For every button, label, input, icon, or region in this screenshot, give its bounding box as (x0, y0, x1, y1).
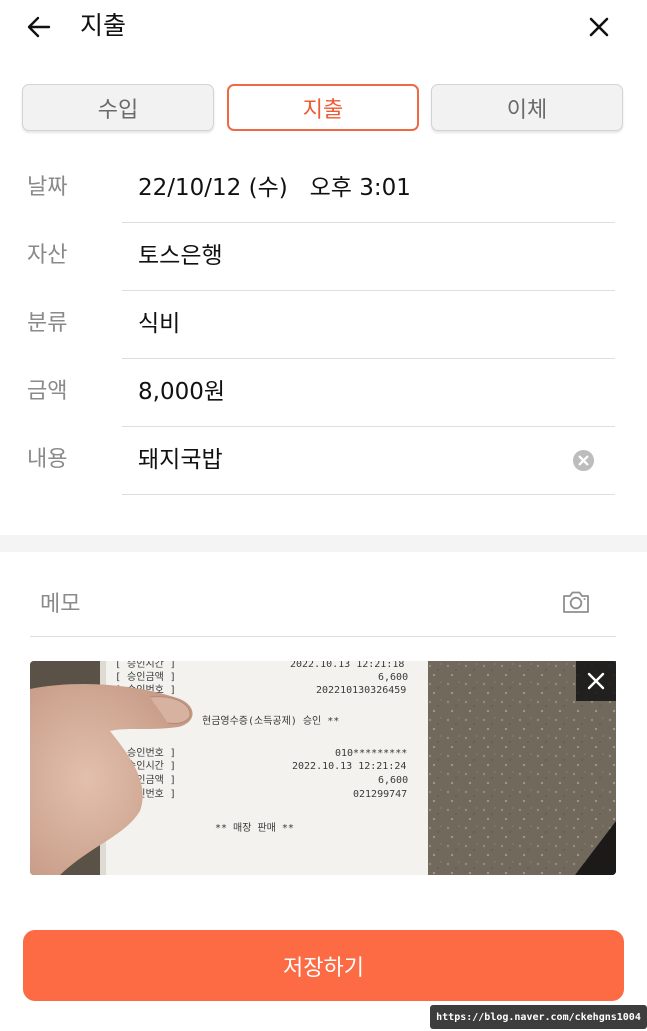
tab-expense[interactable]: 지출 (227, 84, 419, 131)
content-row[interactable]: 내용 돼지국밥 (0, 427, 647, 495)
date-field[interactable]: 22/10/12 (수) 오후 3:01 (138, 173, 411, 203)
clear-text-icon[interactable] (572, 449, 595, 472)
date-label: 날짜 (27, 175, 68, 200)
watermark: https://blog.naver.com/ckehgns1004 (430, 1005, 647, 1029)
camera-icon[interactable] (560, 586, 592, 618)
asset-label: 자산 (27, 243, 68, 268)
content-field[interactable]: 돼지국밥 (138, 445, 223, 475)
category-label: 분류 (27, 311, 68, 336)
content-label: 내용 (27, 447, 68, 472)
close-icon[interactable] (584, 12, 614, 42)
svg-text:021299747: 021299747 (353, 789, 407, 800)
svg-text:현금영수증(소득공제) 승인 **: 현금영수증(소득공제) 승인 ** (202, 715, 339, 727)
save-button[interactable]: 저장하기 (23, 930, 624, 1001)
asset-row[interactable]: 자산 토스은행 (0, 223, 647, 291)
category-field[interactable]: 식비 (138, 309, 180, 339)
svg-text:** 매장 판매 **: ** 매장 판매 ** (215, 822, 294, 834)
memo-field[interactable]: 메모 (30, 570, 616, 637)
transaction-type-tabs: 수입 지출 이체 (22, 84, 624, 132)
amount-label: 금액 (27, 379, 68, 404)
svg-text:6,600: 6,600 (378, 775, 408, 786)
svg-text:2022.10.13 12:21:18: 2022.10.13 12:21:18 (290, 661, 404, 670)
remove-photo-button[interactable] (576, 661, 616, 701)
svg-text:202210130326459: 202210130326459 (316, 685, 406, 696)
close-icon (587, 672, 605, 690)
receipt-photo[interactable]: [ 승인시간 ] 2022.10.13 12:21:18 [ 승인금액 ] 6,… (30, 661, 616, 875)
svg-text:010*********: 010********* (335, 748, 407, 759)
amount-field[interactable]: 8,000원 (138, 377, 225, 407)
divider (122, 494, 615, 495)
page-title: 지출 (80, 11, 127, 40)
asset-field[interactable]: 토스은행 (138, 241, 223, 271)
svg-text:[ 승인금액 ]: [ 승인금액 ] (115, 671, 176, 683)
tab-income[interactable]: 수입 (22, 84, 214, 131)
top-bar: 지출 (0, 0, 647, 52)
arrow-left-icon[interactable] (24, 12, 54, 42)
tab-transfer[interactable]: 이체 (431, 84, 623, 131)
date-row[interactable]: 날짜 22/10/12 (수) 오후 3:01 (0, 155, 647, 223)
svg-text:[ 승인시간 ]: [ 승인시간 ] (115, 661, 176, 670)
section-divider (0, 535, 647, 552)
category-row[interactable]: 분류 식비 (0, 291, 647, 359)
svg-text:6,600: 6,600 (378, 672, 408, 683)
amount-row[interactable]: 금액 8,000원 (0, 359, 647, 427)
memo-placeholder: 메모 (40, 592, 81, 617)
svg-text:2022.10.13 12:21:24: 2022.10.13 12:21:24 (292, 761, 406, 772)
